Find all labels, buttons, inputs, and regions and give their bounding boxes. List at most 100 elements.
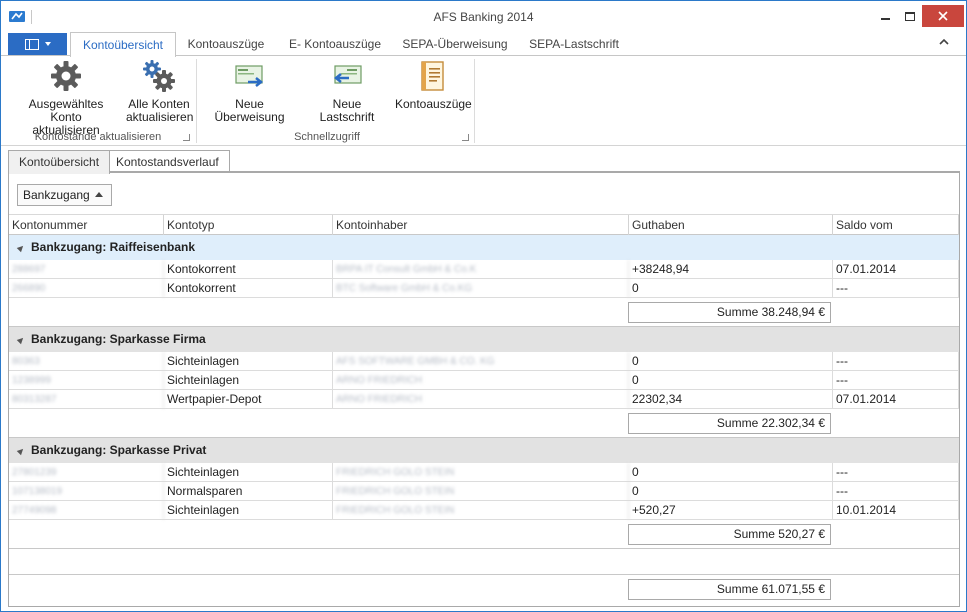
cell-balance-date: 07.01.2014 bbox=[833, 390, 959, 409]
group-sum: Summe 22.302,34 € bbox=[628, 413, 831, 434]
cell-account-holder: AFS SOFTWARE GMBH & CO. KG bbox=[333, 352, 629, 371]
statement-notebook-icon bbox=[421, 61, 444, 91]
ribbon-tab-sepa-ueberweisung[interactable]: SEPA-Überweisung bbox=[399, 32, 511, 56]
document-tab-bar: Kontoübersicht Kontostandsverlauf bbox=[1, 148, 966, 174]
sort-ascending-icon bbox=[95, 192, 103, 197]
cell-account-number: 27749098 bbox=[9, 501, 164, 520]
total-summary-row: Summe 61.071,55 € bbox=[9, 575, 959, 604]
update-selected-label-1: Ausgewähltes Konto bbox=[28, 97, 104, 124]
table-row[interactable]: 266890 Kontokorrent BTC Software GmbH & … bbox=[9, 279, 959, 298]
column-header-saldo-vom[interactable]: Saldo vom bbox=[833, 215, 959, 235]
statements-button[interactable]: Kontoauszüge bbox=[395, 58, 472, 111]
cell-balance: 0 bbox=[629, 482, 833, 501]
file-menu-button[interactable] bbox=[8, 33, 67, 55]
dialog-launcher-icon[interactable] bbox=[183, 134, 190, 141]
tab-kontouebersicht[interactable]: Kontoübersicht bbox=[8, 150, 111, 174]
cell-account-holder: FRIEDRICH GOLO STEIN bbox=[333, 501, 629, 520]
cell-account-holder: ARNO FRIEDRICH bbox=[333, 371, 629, 390]
close-button[interactable] bbox=[922, 5, 964, 27]
table-row[interactable]: 80313287 Wertpapier-Depot ARNO FRIEDRICH… bbox=[9, 390, 959, 409]
table-row[interactable]: 288697 Kontokorrent BRPA IT Consult GmbH… bbox=[9, 260, 959, 279]
cell-balance-date: --- bbox=[833, 371, 959, 390]
group-title: Bankzugang: Raiffeisenbank bbox=[31, 240, 196, 254]
update-all-accounts-button[interactable]: Alle Konten aktualisieren bbox=[126, 58, 194, 124]
window-title: AFS Banking 2014 bbox=[433, 10, 534, 24]
group-summary-row: Summe 520,27 € bbox=[9, 520, 959, 549]
group-title: Bankzugang: Sparkasse Privat bbox=[31, 443, 207, 457]
cell-account-number: 27801239 bbox=[9, 463, 164, 482]
group-title: Bankzugang: Sparkasse Firma bbox=[31, 332, 206, 346]
menu-icon bbox=[24, 38, 39, 50]
ribbon-tab-kontouebersicht[interactable]: Kontoübersicht bbox=[70, 32, 176, 57]
table-row[interactable]: 27801239 Sichteinlagen FRIEDRICH GOLO ST… bbox=[9, 463, 959, 482]
cell-account-holder: BRPA IT Consult GmbH & Co.K bbox=[333, 260, 629, 279]
cell-account-number: 1238999 bbox=[9, 371, 164, 390]
collapse-arrow-icon[interactable] bbox=[16, 446, 26, 456]
direct-debit-icon bbox=[333, 65, 362, 84]
group-by-label: Bankzugang bbox=[23, 188, 90, 202]
cell-account-type: Sichteinlagen bbox=[164, 352, 333, 371]
table-row[interactable]: 1238999 Sichteinlagen ARNO FRIEDRICH 0 -… bbox=[9, 371, 959, 390]
close-icon bbox=[938, 11, 948, 21]
group-row-sparkasse-firma[interactable]: Bankzugang: Sparkasse Firma bbox=[9, 327, 959, 352]
title-bar: AFS Banking 2014 bbox=[1, 1, 966, 32]
account-overview-panel: Bankzugang Kontonummer Kontotyp Kontoinh… bbox=[8, 171, 960, 607]
table-row[interactable]: 107138019 Normalsparen FRIEDRICH GOLO ST… bbox=[9, 482, 959, 501]
cell-balance-date: --- bbox=[833, 279, 959, 298]
tab-kontostandsverlauf[interactable]: Kontostandsverlauf bbox=[105, 150, 230, 173]
cell-balance-date: --- bbox=[833, 352, 959, 371]
cell-balance-date: 07.01.2014 bbox=[833, 260, 959, 279]
cell-account-number: 266890 bbox=[9, 279, 164, 298]
group-by-chip[interactable]: Bankzugang bbox=[17, 184, 112, 206]
maximize-icon bbox=[905, 11, 915, 21]
collapse-arrow-icon[interactable] bbox=[16, 335, 26, 345]
cell-account-type: Sichteinlagen bbox=[164, 371, 333, 390]
cell-account-type: Kontokorrent bbox=[164, 279, 333, 298]
empty-row bbox=[9, 549, 959, 575]
cell-account-number: 288697 bbox=[9, 260, 164, 279]
collapse-ribbon-icon[interactable] bbox=[939, 37, 949, 47]
cell-account-holder: FRIEDRICH GOLO STEIN bbox=[333, 463, 629, 482]
group-by-panel: Bankzugang bbox=[9, 173, 959, 213]
group-summary-row: Summe 38.248,94 € bbox=[9, 298, 959, 327]
group-sum: Summe 38.248,94 € bbox=[628, 302, 831, 323]
cell-balance: 0 bbox=[629, 463, 833, 482]
cell-balance-date: 10.01.2014 bbox=[833, 501, 959, 520]
cell-account-number: 107138019 bbox=[9, 482, 164, 501]
group-sum: Summe 520,27 € bbox=[628, 524, 831, 545]
group-row-raiffeisenbank[interactable]: Bankzugang: Raiffeisenbank bbox=[9, 235, 959, 260]
dialog-launcher-icon[interactable] bbox=[462, 134, 469, 141]
ribbon-tab-kontoauszuege[interactable]: Kontoauszüge bbox=[181, 32, 271, 56]
table-row[interactable]: 27749098 Sichteinlagen FRIEDRICH GOLO ST… bbox=[9, 501, 959, 520]
column-header-kontoinhaber[interactable]: Kontoinhaber bbox=[333, 215, 629, 235]
ribbon-tab-sepa-lastschrift[interactable]: SEPA-Lastschrift bbox=[523, 32, 625, 56]
column-header-guthaben[interactable]: Guthaben bbox=[629, 215, 833, 235]
column-header-kontonummer[interactable]: Kontonummer bbox=[9, 215, 164, 235]
transfer-out-icon bbox=[234, 65, 263, 87]
cell-balance: 0 bbox=[629, 352, 833, 371]
new-direct-debit-button[interactable]: Neue Lastschrift bbox=[304, 58, 390, 124]
cell-account-type: Sichteinlagen bbox=[164, 501, 333, 520]
cell-balance: 0 bbox=[629, 371, 833, 390]
update-all-label-2: aktualisieren bbox=[126, 110, 194, 124]
update-selected-account-button[interactable]: Ausgewähltes Konto aktualisieren bbox=[13, 58, 119, 137]
group-summary-row: Summe 22.302,34 € bbox=[9, 409, 959, 438]
cell-account-holder: FRIEDRICH GOLO STEIN bbox=[333, 482, 629, 501]
cell-account-holder: ARNO FRIEDRICH bbox=[333, 390, 629, 409]
ribbon-group-separator bbox=[474, 59, 475, 143]
column-header-kontotyp[interactable]: Kontotyp bbox=[164, 215, 333, 235]
new-transfer-label: Neue Überweisung bbox=[214, 97, 285, 124]
gear-icon bbox=[51, 61, 81, 91]
new-direct-debit-label: Neue Lastschrift bbox=[319, 97, 375, 124]
ribbon-tab-e-kontoauszuege[interactable]: E- Kontoauszüge bbox=[284, 32, 386, 56]
ribbon-group-separator bbox=[196, 59, 197, 143]
ribbon-panel: Ausgewähltes Konto aktualisieren Alle Ko… bbox=[1, 56, 966, 146]
cell-account-number: 80363 bbox=[9, 352, 164, 371]
collapse-arrow-icon[interactable] bbox=[16, 243, 26, 253]
new-transfer-button[interactable]: Neue Überweisung bbox=[201, 58, 298, 124]
grid-header: Kontonummer Kontotyp Kontoinhaber Guthab… bbox=[9, 214, 959, 235]
statements-label: Kontoauszüge bbox=[395, 97, 472, 111]
group-row-sparkasse-privat[interactable]: Bankzugang: Sparkasse Privat bbox=[9, 438, 959, 463]
table-row[interactable]: 80363 Sichteinlagen AFS SOFTWARE GMBH & … bbox=[9, 352, 959, 371]
group-label-schnellzugriff: Schnellzugriff bbox=[294, 131, 360, 143]
